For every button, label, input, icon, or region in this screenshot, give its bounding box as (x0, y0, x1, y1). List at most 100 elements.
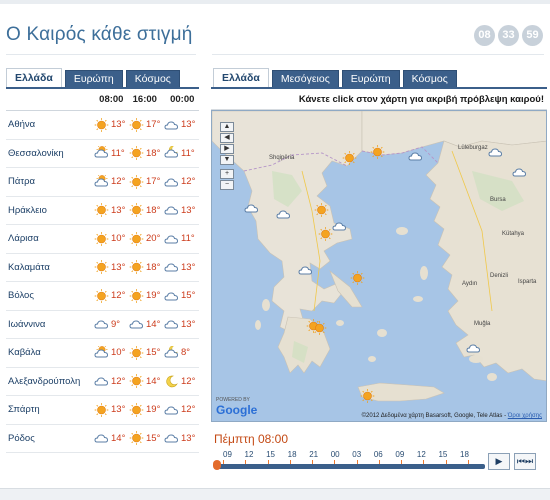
forecast-cell: 13° (94, 260, 129, 275)
temperature-value: 13° (181, 261, 196, 273)
clock-hours: 08 (474, 25, 495, 46)
forecast-cell: 10° (94, 231, 129, 246)
pan-up-button[interactable]: ▲ (220, 122, 234, 132)
temperature-value: 11° (111, 147, 125, 159)
forecast-cell: 11° (164, 145, 199, 160)
temperature-value: 15° (181, 290, 196, 302)
cloud-icon (164, 203, 179, 217)
forecast-cell: 12° (164, 403, 199, 417)
sun-icon (129, 117, 144, 132)
city-name[interactable]: Λάρισα (6, 233, 94, 244)
forecast-cell: 20° (129, 231, 164, 246)
city-name[interactable]: Πάτρα (6, 176, 94, 187)
city-name[interactable]: Αθήνα (6, 119, 94, 130)
forecast-cell: 13° (164, 317, 199, 331)
sun-cloud-icon (94, 144, 109, 160)
temperature-value: 14° (146, 375, 161, 387)
table-row[interactable]: Αθήνα 13° 17° 13° (6, 111, 199, 140)
tab-world[interactable]: Κόσμος (125, 70, 180, 87)
table-row[interactable]: Λάρισα 10° 20° 11° (6, 225, 199, 254)
pan-left-button[interactable]: ◀ (220, 133, 234, 143)
google-logo[interactable]: Google (216, 403, 257, 417)
tab-europe-map[interactable]: Ευρώπη (341, 70, 400, 87)
sun-icon (129, 402, 144, 417)
tab-greece-map[interactable]: Ελλάδα (213, 68, 269, 87)
forecast-cell: 15° (129, 345, 164, 360)
divider (212, 54, 544, 55)
timeline-hour[interactable]: 00 (331, 450, 340, 459)
table-row[interactable]: Αλεξανδρούπολη 12° 14° 12° (6, 368, 199, 396)
table-row[interactable]: Ιωάννινα 9° 14° 13° (6, 311, 199, 339)
timeline-hour[interactable]: 21 (309, 450, 318, 459)
sun-icon (129, 374, 144, 389)
cloud-icon (164, 317, 179, 331)
timeline-hours: 09 12 15 18 21 00 03 06 09 12 15 18 (213, 450, 479, 459)
terms-link[interactable]: Όροι χρήσης (508, 413, 542, 419)
temperature-value: 10° (111, 233, 126, 245)
step-controls-button[interactable]: ⏮⏭ (514, 453, 536, 470)
forecast-datetime: Πέμπτη 08:00 (214, 432, 288, 446)
temperature-value: 13° (111, 204, 126, 216)
timeline-track[interactable] (215, 464, 485, 469)
temperature-value: 20° (146, 233, 161, 245)
pan-right-button[interactable]: ▶ (220, 144, 234, 154)
sun-icon (129, 146, 144, 161)
temperature-value: 13° (111, 261, 126, 273)
city-name[interactable]: Ιωάννινα (6, 319, 94, 330)
table-row[interactable]: Πάτρα 12° 17° 12° (6, 168, 199, 197)
map-label: Muğla (474, 321, 491, 327)
city-name[interactable]: Θεσσαλονίκη (6, 148, 94, 159)
tab-greece[interactable]: Ελλάδα (6, 68, 62, 87)
weather-map[interactable]: ▲ ◀ ▶ ▼ + − Shqipëria Lüleburgaz Bursa K… (211, 110, 547, 422)
timeline-hour[interactable]: 18 (288, 450, 297, 459)
tab-world-map[interactable]: Κόσμος (402, 70, 457, 87)
play-button[interactable]: ▶ (488, 453, 510, 470)
city-name[interactable]: Βόλος (6, 290, 94, 301)
timeline-hour[interactable]: 18 (460, 450, 469, 459)
table-row[interactable]: Καβάλα 10° 15° 8° (6, 339, 199, 368)
timeline-handle[interactable] (213, 460, 221, 470)
map-label: Bursa (490, 197, 506, 203)
timeline-hour[interactable]: 12 (417, 450, 426, 459)
city-name[interactable]: Αλεξανδρούπολη (6, 376, 94, 387)
forecast-cell: 12° (164, 374, 199, 388)
table-row[interactable]: Ηράκλειο 13° 18° 13° (6, 197, 199, 225)
forecast-rows: Αθήνα 13° 17° 13° Θεσσαλονίκη 11° 18° 11° Πάτρα 1… (6, 111, 199, 453)
zoom-out-button[interactable]: − (220, 180, 234, 190)
timeline-hour[interactable]: 03 (352, 450, 361, 459)
zoom-in-button[interactable]: + (220, 169, 234, 179)
temperature-value: 13° (181, 432, 196, 444)
temperature-value: 11° (181, 147, 195, 159)
pan-down-button[interactable]: ▼ (220, 155, 234, 165)
city-name[interactable]: Ρόδος (6, 433, 94, 444)
temperature-value: 17° (146, 119, 161, 131)
tab-europe[interactable]: Ευρώπη (64, 70, 123, 87)
table-row[interactable]: Βόλος 12° 19° 15° (6, 282, 199, 311)
temperature-value: 12° (111, 290, 126, 302)
timeline-hour[interactable]: 06 (374, 450, 383, 459)
forecast-cell: 13° (94, 203, 129, 218)
tab-mediterranean-map[interactable]: Μεσόγειος (271, 70, 339, 87)
temperature-value: 11° (181, 233, 195, 245)
timeline-hour[interactable]: 15 (266, 450, 275, 459)
sun-icon (129, 174, 144, 189)
table-row[interactable]: Θεσσαλονίκη 11° 18° 11° (6, 140, 199, 168)
city-name[interactable]: Ηράκλειο (6, 205, 94, 216)
clock-seconds: 59 (522, 25, 543, 46)
table-row[interactable]: Ρόδος 14° 15° 13° (6, 425, 199, 453)
map-label: Shqipëria (269, 155, 295, 161)
map-copyright: ©2012 Δεδομένα χάρτη Basarsoft, Google, … (361, 413, 542, 419)
city-name[interactable]: Καλαμάτα (6, 262, 94, 273)
city-name[interactable]: Σπάρτη (6, 404, 94, 415)
city-name[interactable]: Καβάλα (6, 347, 94, 358)
timeline-hour[interactable]: 09 (395, 450, 404, 459)
sun-icon (129, 431, 144, 446)
temperature-value: 18° (146, 147, 161, 159)
forecast-cell: 12° (164, 175, 199, 189)
timeline-hour[interactable]: 09 (223, 450, 232, 459)
clock: 08 33 59 (474, 25, 543, 46)
timeline-hour[interactable]: 15 (438, 450, 447, 459)
table-row[interactable]: Σπάρτη 13° 19° 12° (6, 396, 199, 425)
timeline-hour[interactable]: 12 (245, 450, 254, 459)
table-row[interactable]: Καλαμάτα 13° 18° 13° (6, 254, 199, 282)
